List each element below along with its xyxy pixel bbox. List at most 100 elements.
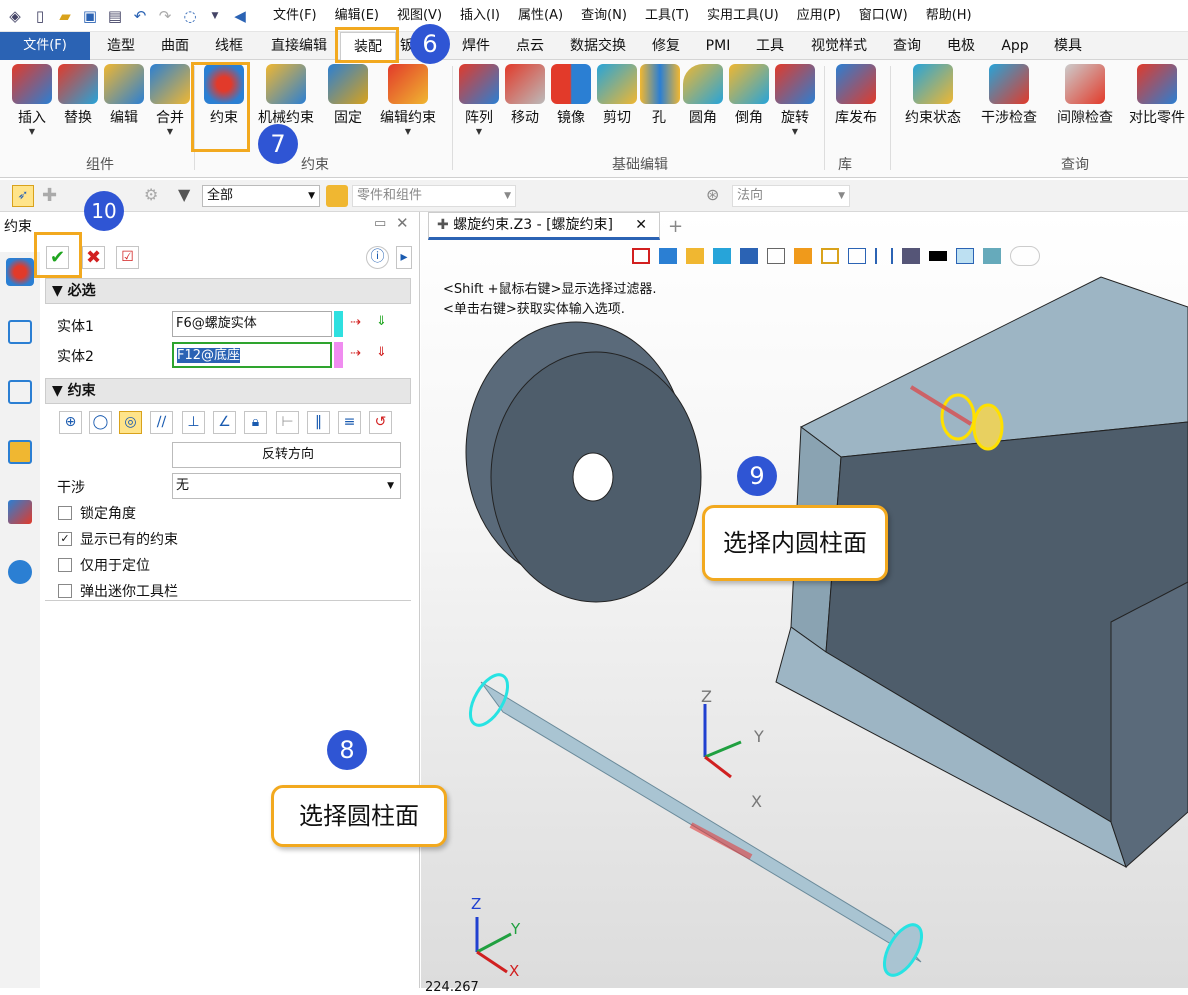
qat-dropdown-icon[interactable]: ▼	[205, 6, 225, 26]
entity1-field[interactable]: F6@螺旋实体	[172, 311, 332, 337]
cancel-button[interactable]: ✖	[82, 246, 105, 269]
exit-icon[interactable]	[632, 248, 650, 264]
help-icon[interactable]: ▸	[396, 246, 412, 269]
save-icon[interactable]: ▣	[80, 6, 100, 26]
gear-icon[interactable]: ⚙	[144, 185, 158, 204]
tab-weldment[interactable]: 焊件	[456, 32, 496, 60]
undo-icon[interactable]: ↶	[130, 6, 150, 26]
view-orient-icon[interactable]	[659, 248, 677, 264]
menu-file[interactable]: 文件(F)	[264, 0, 326, 32]
entity2-field[interactable]: F12@底座	[172, 342, 332, 368]
section-icon[interactable]	[794, 248, 812, 264]
measure-icon[interactable]	[875, 248, 893, 264]
tab-tools[interactable]: 工具	[752, 32, 788, 60]
pin-icon[interactable]: ▭	[374, 216, 386, 231]
clearance-check-button[interactable]: 间隙检查	[1052, 64, 1118, 127]
tab-pmi[interactable]: PMI	[700, 32, 736, 60]
assembly-tree-icon[interactable]	[8, 320, 32, 344]
back-icon[interactable]: ◀	[230, 6, 250, 26]
tab-point-cloud[interactable]: 点云	[512, 32, 548, 60]
fillet-button[interactable]: 圆角	[682, 64, 724, 127]
edit-constraint-button[interactable]: 编辑约束 ▼	[376, 64, 440, 137]
inner-cylinder-face[interactable]	[972, 403, 1004, 451]
entity1-download-icon[interactable]: ⇓	[376, 314, 387, 329]
menu-utilities[interactable]: 实用工具(U)	[698, 0, 788, 32]
menu-window[interactable]: 窗口(W)	[850, 0, 917, 32]
mirror-button[interactable]: 镜像	[550, 64, 592, 127]
display-icon[interactable]	[848, 248, 866, 264]
tab-data-exchange[interactable]: 数据交换	[566, 32, 630, 60]
select-arrow-icon[interactable]: ➶	[12, 185, 34, 207]
print-icon[interactable]: ▤	[105, 6, 125, 26]
insert-button[interactable]: 插入 ▼	[10, 64, 54, 137]
direction-combo[interactable]: 法向 ▼	[732, 185, 850, 207]
show-constraints-checkbox[interactable]: ✓	[58, 532, 72, 546]
pick-combo[interactable]: 零件和组件 ▼	[352, 185, 516, 207]
shaded-icon[interactable]	[713, 248, 731, 264]
tab-surface[interactable]: 曲面	[154, 32, 196, 60]
tab-visual-style[interactable]: 视觉样式	[806, 32, 872, 60]
filter-icon[interactable]: ▼	[178, 185, 190, 204]
tab-repair[interactable]: 修复	[648, 32, 684, 60]
model-scene[interactable]	[421, 212, 1188, 988]
symmetry-icon[interactable]: ≡	[338, 411, 361, 434]
tangent-icon[interactable]: ◯	[89, 411, 112, 434]
interference-check-button[interactable]: 干涉检查	[976, 64, 1042, 127]
history-icon[interactable]	[8, 380, 32, 404]
menu-apps[interactable]: 应用(P)	[788, 0, 850, 32]
background-icon[interactable]	[956, 248, 974, 264]
view-manager-icon[interactable]	[8, 440, 32, 464]
distance-icon[interactable]: ⊢	[276, 411, 299, 434]
screw-icon[interactable]: ↺	[369, 411, 392, 434]
close-icon[interactable]: ✕	[396, 214, 409, 232]
mini-toolbar-checkbox[interactable]	[58, 584, 72, 598]
perpendicular-icon[interactable]: ⊥	[182, 411, 205, 434]
coincident-icon[interactable]: ⊕	[59, 411, 82, 434]
constraint-status-button[interactable]: 约束状态	[900, 64, 966, 127]
pick-mode-icon[interactable]	[326, 185, 348, 207]
angle-icon[interactable]: ∠	[213, 411, 236, 434]
color-black-icon[interactable]	[929, 251, 947, 261]
entity2-pick-icon[interactable]: ⇢	[350, 346, 361, 361]
render-mode-icon[interactable]	[902, 248, 920, 264]
tab-wireframe[interactable]: 线框	[208, 32, 250, 60]
box-icon[interactable]	[767, 248, 785, 264]
tab-query[interactable]: 查询	[888, 32, 926, 60]
center-icon[interactable]: ‖	[307, 411, 330, 434]
open-file-icon[interactable]: ▰	[55, 6, 75, 26]
mechanical-constraint-button[interactable]: 机械约束	[254, 64, 318, 127]
array-button[interactable]: 阵列 ▼	[458, 64, 500, 137]
wireframe-icon[interactable]	[686, 248, 704, 264]
3d-viewport[interactable]: <Shift +鼠标右键>显示选择过滤器. <单击右键>获取实体输入选项. Z …	[421, 212, 1188, 995]
info-icon[interactable]: ⓘ	[366, 246, 389, 269]
close-icon[interactable]: ✕	[635, 213, 647, 237]
section-constraint[interactable]: ▼ 约束	[45, 378, 411, 404]
menu-attribute[interactable]: 属性(A)	[509, 0, 572, 32]
user-icon[interactable]	[8, 560, 32, 584]
cut-button[interactable]: 剪切	[596, 64, 638, 127]
apply-button[interactable]: ☑	[116, 246, 139, 269]
interference-select[interactable]: 无 ▼	[172, 473, 401, 499]
menu-query[interactable]: 查询(N)	[572, 0, 636, 32]
concentric-icon[interactable]: ◎	[119, 411, 142, 434]
tab-mold[interactable]: 模具	[1048, 32, 1088, 60]
replace-button[interactable]: 替换	[56, 64, 100, 127]
hole-button[interactable]: 孔	[640, 64, 680, 127]
move-button[interactable]: 移动	[504, 64, 546, 127]
document-tab[interactable]: ✚ 螺旋约束.Z3 - [螺旋约束] ✕	[428, 212, 660, 240]
menu-insert[interactable]: 插入(I)	[451, 0, 509, 32]
filter-combo[interactable]: 全部 ▼	[202, 185, 320, 207]
tab-electrode[interactable]: 电极	[942, 32, 980, 60]
refresh-icon[interactable]: ◌	[180, 6, 200, 26]
menu-tools[interactable]: 工具(T)	[636, 0, 698, 32]
layer-icon[interactable]	[983, 248, 1001, 264]
library-publish-button[interactable]: 库发布	[830, 64, 882, 127]
tab-file[interactable]: 文件(F)	[0, 32, 90, 60]
parallel-icon[interactable]: ∕∕	[150, 411, 173, 434]
redo-icon[interactable]: ↷	[155, 6, 175, 26]
position-only-checkbox[interactable]	[58, 558, 72, 572]
tab-direct-edit[interactable]: 直接编辑	[264, 32, 334, 60]
chamfer-button[interactable]: 倒角	[728, 64, 770, 127]
entity2-download-icon[interactable]: ⇓	[376, 345, 387, 360]
render-icon[interactable]	[8, 500, 32, 524]
